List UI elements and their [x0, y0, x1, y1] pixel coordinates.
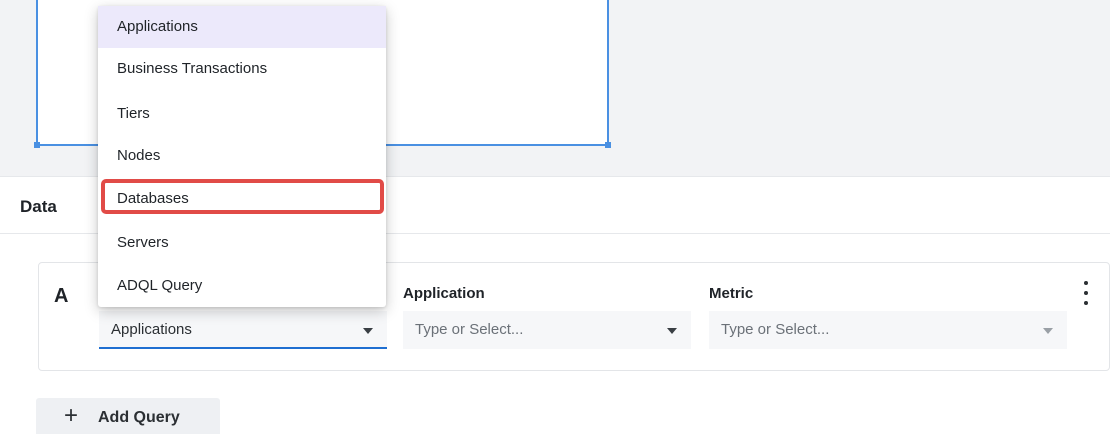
application-label: Application: [403, 285, 485, 302]
menu-item-label: Servers: [117, 234, 169, 251]
metric-select[interactable]: Type or Select...: [709, 311, 1067, 349]
application-placeholder: Type or Select...: [415, 321, 524, 338]
menu-item-adql-query[interactable]: ADQL Query: [98, 265, 386, 307]
menu-item-label: Nodes: [117, 147, 161, 164]
chevron-down-icon: [1043, 328, 1053, 334]
source-type-value: Applications: [111, 321, 192, 338]
application-select[interactable]: Type or Select...: [403, 311, 691, 349]
menu-item-databases[interactable]: Databases: [98, 178, 386, 220]
chevron-down-icon: [363, 328, 373, 334]
menu-item-applications[interactable]: Applications: [98, 6, 386, 48]
metric-label: Metric: [709, 285, 754, 302]
menu-item-tiers[interactable]: Tiers: [98, 93, 386, 135]
resize-handle-bottom-right[interactable]: [605, 142, 611, 148]
source-type-select[interactable]: Applications: [99, 311, 387, 349]
resize-handle-bottom-left[interactable]: [34, 142, 40, 148]
menu-item-nodes[interactable]: Nodes: [98, 135, 386, 177]
menu-item-label: Business Transactions: [117, 60, 268, 77]
add-query-button[interactable]: + Add Query: [36, 398, 220, 434]
menu-item-label: ADQL Query: [117, 277, 203, 294]
menu-item-label: Tiers: [117, 105, 150, 122]
menu-item-label: Databases: [117, 190, 189, 207]
add-query-label: Add Query: [98, 409, 180, 426]
menu-item-label: Applications: [117, 18, 198, 35]
query-letter: A: [54, 285, 69, 307]
metric-placeholder: Type or Select...: [721, 321, 830, 338]
data-section-title: Data: [20, 197, 57, 216]
chevron-down-icon: [667, 328, 677, 334]
source-type-dropdown-menu: Applications Business Transactions Tiers…: [98, 6, 386, 307]
menu-item-servers[interactable]: Servers: [98, 222, 386, 264]
menu-item-business-transactions[interactable]: Business Transactions: [98, 48, 386, 90]
plus-icon: +: [64, 402, 79, 429]
more-vertical-icon[interactable]: [1083, 281, 1089, 305]
